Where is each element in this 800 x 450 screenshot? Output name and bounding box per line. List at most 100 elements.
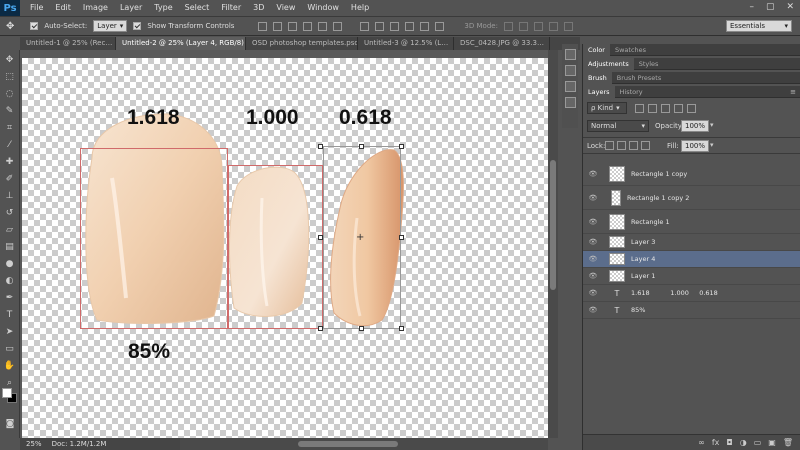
menu-file[interactable]: File xyxy=(24,0,49,16)
tab-brush[interactable]: Brush xyxy=(583,71,612,84)
3d-roll-icon[interactable] xyxy=(518,21,528,31)
layer-row-selected[interactable]: 👁 Layer 4 xyxy=(583,251,800,268)
doc-tab-untitled-3[interactable]: Untitled-3 @ 12.5% (L… xyxy=(358,37,454,50)
type-tool-icon[interactable]: T xyxy=(3,308,17,322)
horizontal-scroll-thumb[interactable] xyxy=(298,441,398,447)
filter-type-icon[interactable] xyxy=(661,104,670,113)
menu-window[interactable]: Window xyxy=(301,0,345,16)
transform-center-icon[interactable]: + xyxy=(356,232,364,243)
close-icon[interactable]: ✕ xyxy=(786,0,794,14)
brush-tool-icon[interactable]: ✐ xyxy=(3,172,17,186)
dodge-icon[interactable]: ◐ xyxy=(3,274,17,288)
canvas-area[interactable]: 1.618 1.000 0.618 85% + xyxy=(20,50,548,438)
path-select-icon[interactable]: ➤ xyxy=(3,325,17,339)
marquee-tool-icon[interactable]: ⬚ xyxy=(3,70,17,84)
layer-row[interactable]: 👁 Rectangle 1 copy 2 xyxy=(583,186,800,210)
adjustment-layer-icon[interactable]: ◑ xyxy=(740,438,747,447)
opacity-field[interactable]: 100% xyxy=(681,120,709,132)
distribute-center-icon[interactable] xyxy=(420,21,430,31)
quick-select-icon[interactable]: ✎ xyxy=(3,104,17,118)
add-mask-icon[interactable]: ◘ xyxy=(726,438,732,447)
visibility-eye-icon[interactable]: 👁 xyxy=(587,306,599,314)
align-bottom-icon[interactable] xyxy=(288,21,298,31)
doc-tab-untitled-2[interactable]: Untitled-2 @ 25% (Layer 4, RGB/8) * xyxy=(116,37,246,50)
doc-tab-dsc-0428[interactable]: DSC_0428.JPG @ 33.3… xyxy=(454,37,550,50)
tab-color[interactable]: Color xyxy=(583,43,610,56)
transform-handle[interactable] xyxy=(399,326,404,331)
healing-brush-icon[interactable]: ✚ xyxy=(3,155,17,169)
chevron-down-icon[interactable]: ▾ xyxy=(710,121,714,129)
new-group-icon[interactable]: ▭ xyxy=(754,438,762,447)
chevron-down-icon[interactable]: ▾ xyxy=(710,141,714,149)
shape-tool-icon[interactable]: ▭ xyxy=(3,342,17,356)
history-brush-icon[interactable]: ↺ xyxy=(3,206,17,220)
visibility-eye-icon[interactable]: 👁 xyxy=(587,194,599,202)
workspace-dropdown[interactable]: Essentials ▾ xyxy=(726,20,792,32)
history-panel-icon[interactable] xyxy=(564,49,576,60)
clone-stamp-icon[interactable]: ⊥ xyxy=(3,189,17,203)
paragraph-panel-icon[interactable] xyxy=(564,81,576,92)
lock-all-icon[interactable] xyxy=(641,141,650,150)
crop-tool-icon[interactable]: ⌗ xyxy=(3,121,17,135)
auto-select-target-dropdown[interactable]: Layer ▾ xyxy=(93,20,128,32)
tab-history[interactable]: History xyxy=(615,86,648,98)
doc-tab-untitled-1[interactable]: Untitled-1 @ 25% (Rec… xyxy=(20,37,116,50)
pen-tool-icon[interactable]: ✒ xyxy=(3,291,17,305)
lasso-tool-icon[interactable]: ◌ xyxy=(3,87,17,101)
move-tool-icon[interactable]: ✥ xyxy=(3,53,17,67)
layer-row[interactable]: 👁 Layer 1 xyxy=(583,268,800,285)
3d-slide-icon[interactable] xyxy=(548,21,558,31)
kind-filter-dropdown[interactable]: ρ Kind ▾ xyxy=(587,102,627,114)
filter-smart-object-icon[interactable] xyxy=(687,104,696,113)
menu-help[interactable]: Help xyxy=(345,0,375,16)
horizontal-scrollbar[interactable] xyxy=(180,438,548,450)
guide-rectangle-left[interactable] xyxy=(80,148,228,329)
menu-select[interactable]: Select xyxy=(179,0,216,16)
filter-pixel-icon[interactable] xyxy=(635,104,644,113)
vertical-scroll-thumb[interactable] xyxy=(550,160,556,290)
menu-edit[interactable]: Edit xyxy=(49,0,77,16)
lock-image-icon[interactable] xyxy=(617,141,626,150)
3d-rotate-icon[interactable] xyxy=(503,21,513,31)
show-transform-checkbox[interactable] xyxy=(133,22,142,30)
menu-3d[interactable]: 3D xyxy=(247,0,270,16)
visibility-eye-icon[interactable]: 👁 xyxy=(587,238,599,246)
transform-handle[interactable] xyxy=(318,235,323,240)
info-panel-icon[interactable] xyxy=(564,97,576,108)
distribute-left-icon[interactable] xyxy=(405,21,415,31)
layer-row[interactable]: 👁 Rectangle 1 xyxy=(583,210,800,234)
panel-menu-icon[interactable]: ≡ xyxy=(790,88,796,96)
transform-handle[interactable] xyxy=(399,144,404,149)
zoom-level[interactable]: 25% xyxy=(26,440,42,448)
transform-handle[interactable] xyxy=(359,144,364,149)
tab-swatches[interactable]: Swatches xyxy=(610,44,651,56)
hand-tool-icon[interactable]: ✋ xyxy=(3,359,17,373)
document-canvas[interactable]: 1.618 1.000 0.618 85% + xyxy=(22,58,548,438)
transform-handle[interactable] xyxy=(318,144,323,149)
menu-layer[interactable]: Layer xyxy=(114,0,148,16)
link-layers-icon[interactable]: ∞ xyxy=(698,438,705,447)
distribute-top-icon[interactable] xyxy=(360,21,370,31)
new-layer-icon[interactable]: ▣ xyxy=(768,438,776,447)
visibility-eye-icon[interactable]: 👁 xyxy=(587,218,599,226)
menu-view[interactable]: View xyxy=(270,0,301,16)
doc-tab-osd-templates[interactable]: OSD photoshop templates.psd xyxy=(246,37,358,50)
filter-adjustment-icon[interactable] xyxy=(648,104,657,113)
layer-row[interactable]: 👁 Layer 3 xyxy=(583,234,800,251)
layer-row[interactable]: 👁 T 85% xyxy=(583,302,800,319)
visibility-eye-icon[interactable]: 👁 xyxy=(587,170,599,178)
tab-styles[interactable]: Styles xyxy=(634,58,664,70)
eraser-icon[interactable]: ▱ xyxy=(3,223,17,237)
tab-layers[interactable]: Layers xyxy=(583,85,615,98)
eyedropper-icon[interactable]: ⁄ xyxy=(3,138,17,152)
layer-style-icon[interactable]: fx xyxy=(712,438,720,447)
blur-icon[interactable]: ● xyxy=(3,257,17,271)
3d-scale-icon[interactable] xyxy=(563,21,573,31)
maximize-icon[interactable]: ▢ xyxy=(766,0,775,14)
lock-position-icon[interactable] xyxy=(629,141,638,150)
distribute-middle-icon[interactable] xyxy=(375,21,385,31)
doc-size[interactable]: Doc: 1.2M/1.2M xyxy=(52,440,107,448)
menu-filter[interactable]: Filter xyxy=(215,0,247,16)
layer-row[interactable]: 👁 Rectangle 1 copy xyxy=(583,162,800,186)
move-tool-icon[interactable]: ✥ xyxy=(6,21,14,32)
